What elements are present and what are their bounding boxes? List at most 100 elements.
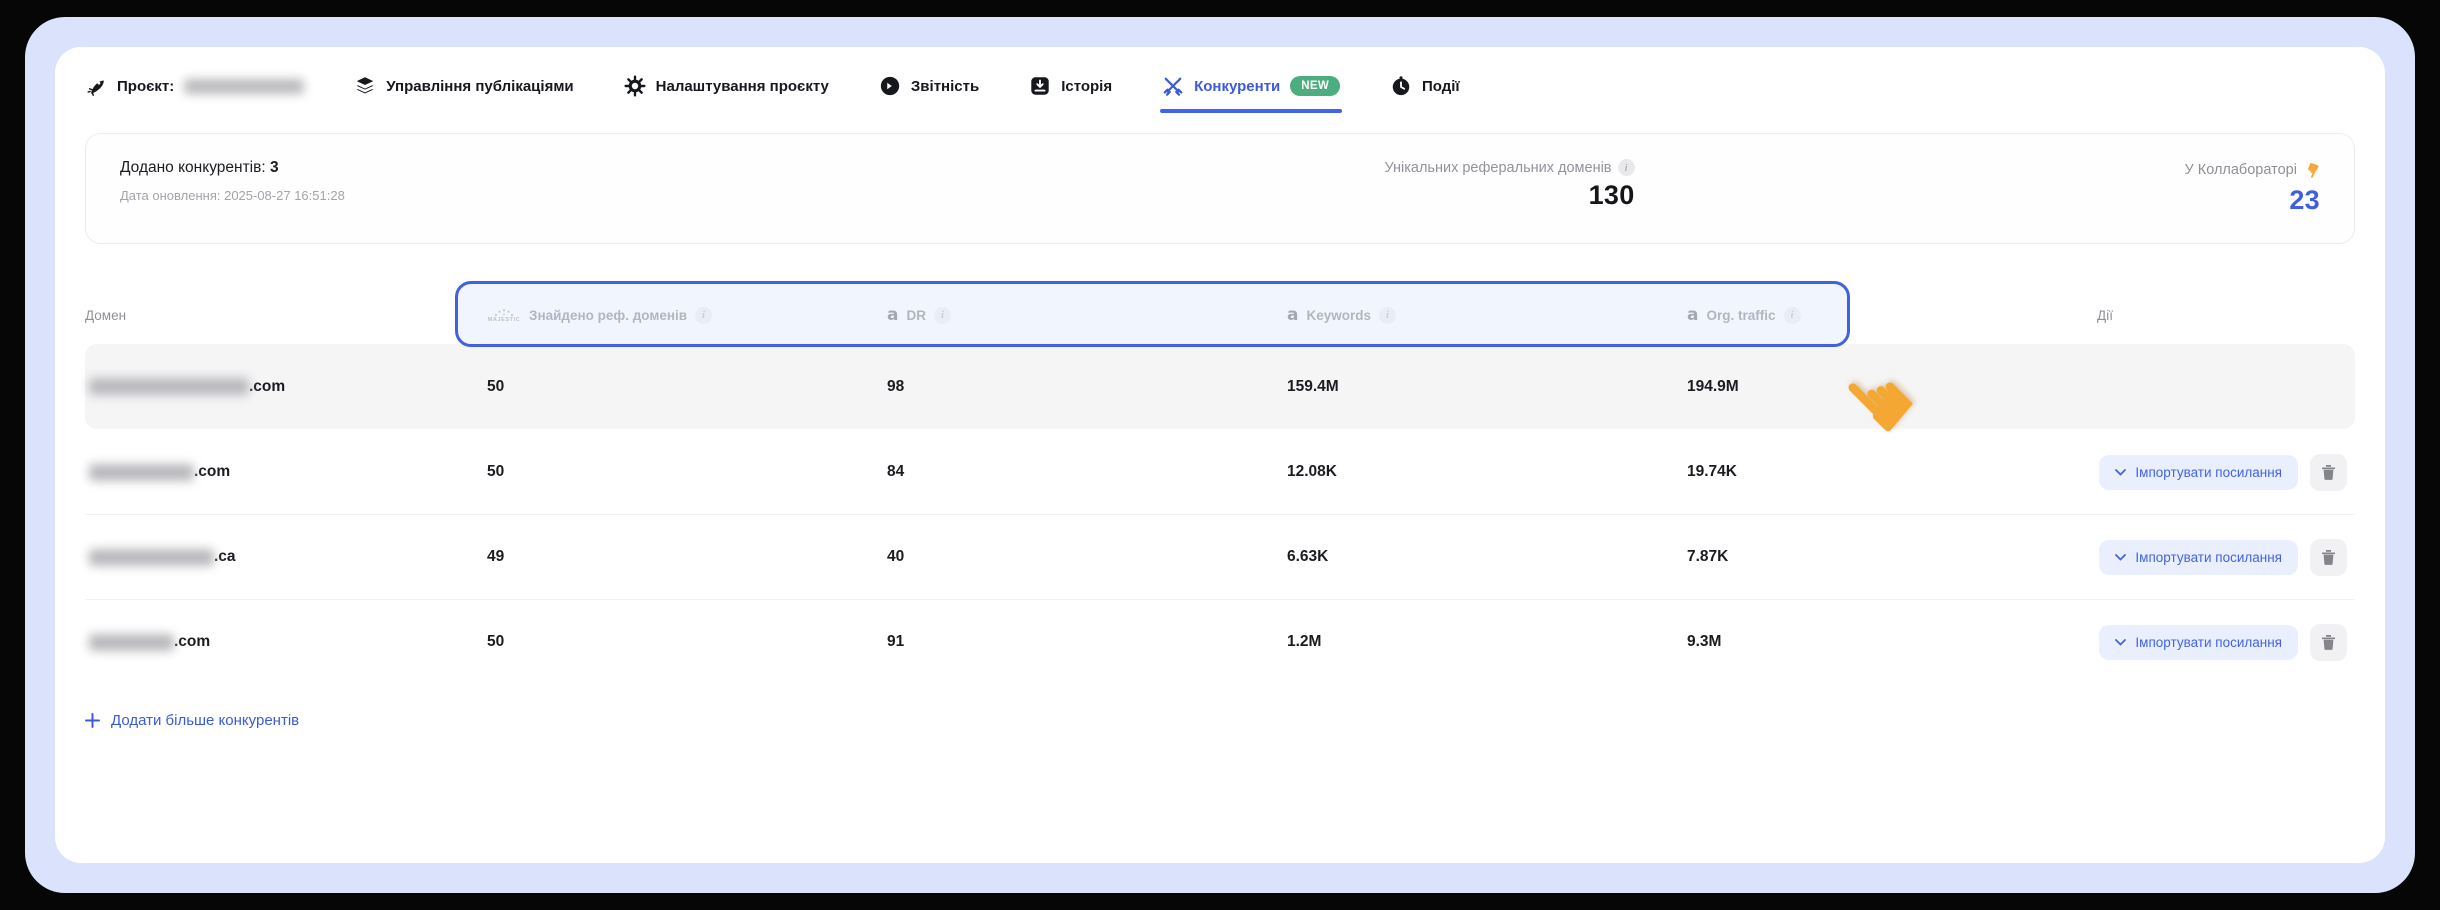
summary-added-block: Додано конкурентів: 3 Дата оновлення: 20…: [120, 159, 345, 203]
chevron-down-icon: [2115, 554, 2126, 561]
domain-suffix: .com: [249, 378, 285, 396]
info-icon[interactable]: [1784, 307, 1801, 324]
cell-org-traffic: 9.3M: [1655, 633, 1855, 651]
cell-found: 49: [455, 548, 855, 566]
ahrefs-icon: a: [887, 307, 898, 324]
cell-keywords: 159.4M: [1255, 378, 1655, 396]
table-row[interactable]: .com 50 84 12.08K 19.74K Імпортувати пос…: [85, 429, 2355, 514]
import-links-button[interactable]: Імпортувати посилання: [2099, 540, 2298, 575]
info-icon[interactable]: [934, 307, 951, 324]
collaborator-value: 23: [2289, 185, 2320, 216]
trash-icon: [2321, 464, 2336, 480]
nav-item-label: Проєкт:: [117, 78, 174, 95]
info-icon[interactable]: [1379, 307, 1396, 324]
delete-button[interactable]: [2310, 539, 2347, 576]
domain-redacted: [89, 464, 194, 481]
nav-item-history[interactable]: Історія: [1029, 69, 1112, 107]
swords-icon: [1162, 75, 1184, 97]
cell-dr: 91: [855, 633, 1255, 651]
import-links-label: Імпортувати посилання: [2135, 635, 2282, 650]
unique-ref-domains-value: 130: [1589, 180, 1635, 211]
nav-item-events[interactable]: Події: [1390, 69, 1460, 107]
nav-item-label: Історія: [1061, 78, 1112, 95]
nav-item-project[interactable]: Проєкт:: [85, 69, 304, 107]
header-dr: DR: [906, 308, 926, 323]
unique-ref-domains-label: Унікальних реферальних доменів: [1384, 160, 1611, 176]
added-competitors-label: Додано конкурентів:: [120, 159, 266, 176]
cell-keywords: 1.2M: [1255, 633, 1655, 651]
majestic-icon: MAJESTIC: [487, 308, 521, 323]
pointing-hand-small-icon: ☛: [2298, 158, 2325, 183]
nav-item-label: Звітність: [911, 78, 979, 95]
import-links-button[interactable]: Імпортувати посилання: [2099, 625, 2298, 660]
nav-item-label: Конкуренти: [1194, 78, 1280, 95]
table-row[interactable]: .com 50 91 1.2M 9.3M Імпортувати посилан…: [85, 599, 2355, 684]
plus-icon: [85, 713, 100, 728]
collaborator-label: У Коллабораторі: [2185, 162, 2297, 178]
cell-actions: Імпортувати посилання: [1855, 624, 2355, 661]
nav-item-reports[interactable]: Звітність: [879, 69, 979, 107]
table-row[interactable]: .com 50 98 159.4M 194.9M: [85, 344, 2355, 429]
table-header-row: Домен MAJESTIC Знайдено реф. доменів a: [85, 286, 2355, 344]
domain-suffix: .com: [194, 463, 230, 481]
nav-item-settings[interactable]: Налаштування проєкту: [624, 69, 829, 107]
project-name-redacted: [184, 79, 304, 94]
update-date: Дата оновлення: 2025-08-27 16:51:28: [120, 188, 345, 203]
collaborator-block: У Коллабораторі ☛ 23: [2185, 159, 2320, 216]
domain-redacted: [89, 378, 249, 395]
cell-org-traffic: 194.9M: [1655, 378, 1855, 396]
cell-found: 50: [455, 633, 855, 651]
nav-item-competitors[interactable]: Конкуренти NEW: [1162, 69, 1340, 107]
cell-actions: Імпортувати посилання: [1855, 454, 2355, 491]
main-card: Проєкт: Управління публікаціями Налаштув…: [55, 47, 2385, 863]
majestic-label: MAJESTIC: [488, 317, 521, 323]
cell-keywords: 6.63K: [1255, 548, 1655, 566]
add-more-competitors-button[interactable]: Додати більше конкурентів: [85, 712, 299, 729]
unique-ref-domains-block: Унікальних реферальних доменів 130: [1384, 159, 1634, 211]
delete-button[interactable]: [2310, 454, 2347, 491]
trash-icon: [2321, 634, 2336, 650]
added-competitors-count: 3: [270, 159, 279, 176]
rocket-icon: [85, 75, 107, 97]
project-nav: Проєкт: Управління публікаціями Налаштув…: [85, 47, 2355, 123]
domain-redacted: [89, 549, 214, 566]
domain-redacted: [89, 634, 174, 651]
table-row[interactable]: .ca 49 40 6.63K 7.87K Імпортувати посила…: [85, 514, 2355, 599]
add-more-label: Додати більше конкурентів: [111, 712, 299, 729]
cell-keywords: 12.08K: [1255, 463, 1655, 481]
summary-card: Додано конкурентів: 3 Дата оновлення: 20…: [85, 133, 2355, 244]
nav-item-publications[interactable]: Управління публікаціями: [354, 69, 573, 107]
cell-dr: 98: [855, 378, 1255, 396]
header-domain: Домен: [85, 308, 455, 323]
nav-item-label: Налаштування проєкту: [656, 78, 829, 95]
import-links-label: Імпортувати посилання: [2135, 550, 2282, 565]
info-icon[interactable]: [1618, 159, 1635, 176]
import-links-button[interactable]: Імпортувати посилання: [2099, 455, 2298, 490]
cell-actions: Імпортувати посилання: [1855, 539, 2355, 576]
chevron-down-icon: [2115, 469, 2126, 476]
cell-dr: 40: [855, 548, 1255, 566]
nav-item-label: Події: [1422, 78, 1460, 95]
nav-item-label: Управління публікаціями: [386, 78, 573, 95]
domain-suffix: .ca: [214, 548, 236, 566]
delete-button[interactable]: [2310, 624, 2347, 661]
stopwatch-icon: [1390, 75, 1412, 97]
cell-org-traffic: 7.87K: [1655, 548, 1855, 566]
header-keywords: Keywords: [1306, 308, 1371, 323]
report-icon: [879, 75, 901, 97]
import-links-label: Імпортувати посилання: [2135, 465, 2282, 480]
header-found-ref-domains: Знайдено реф. доменів: [529, 308, 687, 323]
new-badge: NEW: [1290, 76, 1340, 96]
cell-org-traffic: 19.74K: [1655, 463, 1855, 481]
trash-icon: [2321, 549, 2336, 565]
active-tab-underline: [1160, 109, 1342, 113]
header-org-traffic: Org. traffic: [1706, 308, 1775, 323]
ahrefs-icon: a: [1287, 307, 1298, 324]
cell-found: 50: [455, 463, 855, 481]
cell-found: 50: [455, 378, 855, 396]
info-icon[interactable]: [695, 307, 712, 324]
cell-dr: 84: [855, 463, 1255, 481]
domain-suffix: .com: [174, 633, 210, 651]
page-frame: Проєкт: Управління публікаціями Налаштув…: [25, 17, 2415, 893]
competitors-table: Домен MAJESTIC Знайдено реф. доменів a: [85, 286, 2355, 733]
